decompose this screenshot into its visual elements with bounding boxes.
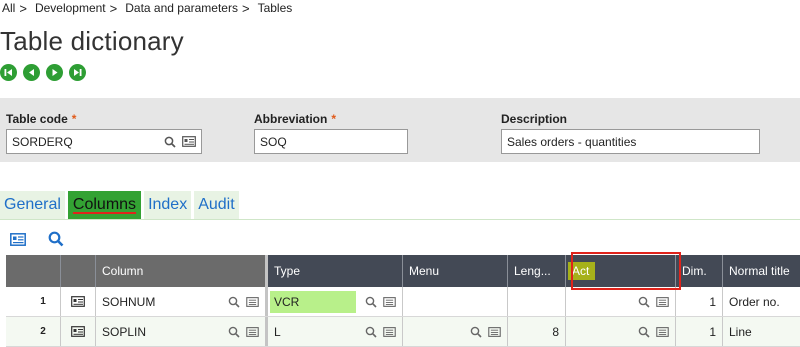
type-value-highlighted: VCR <box>270 290 356 313</box>
search-icon[interactable] <box>638 296 650 308</box>
detail-card-icon[interactable] <box>246 296 259 307</box>
column-header-length[interactable]: Leng... <box>508 255 566 287</box>
detail-card-icon <box>71 296 85 307</box>
required-marker: * <box>331 112 337 126</box>
search-icon[interactable] <box>365 326 377 338</box>
detail-view-button[interactable] <box>10 232 26 246</box>
first-icon <box>4 69 12 76</box>
previous-record-button[interactable] <box>23 64 40 81</box>
tab-index[interactable]: Index <box>144 191 192 219</box>
abbreviation-field[interactable]: SOQ <box>254 129 408 154</box>
search-icon <box>48 231 64 247</box>
breadcrumb-data-and-parameters[interactable]: Data and parameters <box>125 1 238 15</box>
type-cell[interactable]: VCR <box>268 287 403 316</box>
table-row[interactable]: 2 SOPLIN L 8 1 Line <box>6 317 800 347</box>
description-label: Description <box>501 112 568 126</box>
row-detail-button[interactable] <box>61 287 96 316</box>
grid-toolbar <box>10 231 64 247</box>
breadcrumb-all[interactable]: All <box>2 1 15 15</box>
column-header-dim[interactable]: Dim. <box>676 255 723 287</box>
abbreviation-value: SOQ <box>260 134 287 149</box>
breadcrumb-separator: > <box>241 0 250 16</box>
act-cell[interactable] <box>566 317 676 346</box>
columns-grid: Column Type Menu Leng... Act Dim. Normal… <box>6 255 800 347</box>
normal-title-cell[interactable]: Order no. <box>723 287 800 316</box>
row-number: 1 <box>6 287 61 316</box>
menu-cell[interactable] <box>403 317 508 346</box>
row-detail-header <box>61 255 96 287</box>
tab-general[interactable]: General <box>0 191 65 219</box>
tab-divider <box>0 219 800 220</box>
column-cell[interactable]: SOHNUM <box>96 287 268 316</box>
table-code-value: SORDERQ <box>12 134 73 149</box>
column-header-normal-title[interactable]: Normal title <box>723 255 800 287</box>
breadcrumb-separator: > <box>109 0 118 16</box>
tab-columns[interactable]: Columns <box>67 191 142 219</box>
next-icon <box>52 69 58 76</box>
detail-card-icon[interactable] <box>246 326 259 337</box>
description-value: Sales orders - quantities <box>507 134 637 149</box>
detail-card-icon[interactable] <box>383 326 396 337</box>
length-cell[interactable] <box>508 287 566 316</box>
search-icon[interactable] <box>228 326 240 338</box>
row-number-header <box>6 255 61 287</box>
first-record-button[interactable] <box>0 64 17 81</box>
search-icon[interactable] <box>164 136 176 148</box>
page-title: Table dictionary <box>0 26 184 56</box>
type-cell[interactable]: L <box>268 317 403 346</box>
last-icon <box>74 69 82 76</box>
menu-cell[interactable] <box>403 287 508 316</box>
table-code-field[interactable]: SORDERQ <box>6 129 202 154</box>
column-cell[interactable]: SOPLIN <box>96 317 268 346</box>
grid-search-button[interactable] <box>48 231 64 247</box>
detail-card-icon <box>71 326 85 337</box>
next-record-button[interactable] <box>46 64 63 81</box>
detail-card-icon[interactable] <box>656 296 669 307</box>
detail-card-icon[interactable] <box>656 326 669 337</box>
column-header-act[interactable]: Act <box>566 255 676 287</box>
detail-card-icon[interactable] <box>383 296 396 307</box>
previous-icon <box>29 69 34 76</box>
breadcrumb-development[interactable]: Development <box>35 1 106 15</box>
row-number: 2 <box>6 317 61 346</box>
tab-bar: General Columns Index Audit <box>0 191 239 219</box>
row-detail-button[interactable] <box>61 317 96 346</box>
search-icon[interactable] <box>365 296 377 308</box>
breadcrumb-tables[interactable]: Tables <box>258 1 293 15</box>
record-navigation <box>0 64 86 81</box>
length-cell[interactable]: 8 <box>508 317 566 346</box>
act-cell[interactable] <box>566 287 676 316</box>
abbreviation-label: Abbreviation * <box>254 112 337 126</box>
grid-header-row: Column Type Menu Leng... Act Dim. Normal… <box>6 255 800 287</box>
detail-card-icon[interactable] <box>182 136 196 147</box>
column-header-menu[interactable]: Menu <box>403 255 508 287</box>
search-icon[interactable] <box>638 326 650 338</box>
required-marker: * <box>71 112 77 126</box>
table-row[interactable]: 1 SOHNUM VCR 1 Order no. <box>6 287 800 317</box>
table-code-label: Table code * <box>6 112 77 126</box>
column-header-type[interactable]: Type <box>268 255 403 287</box>
last-record-button[interactable] <box>69 64 86 81</box>
dim-cell[interactable]: 1 <box>676 287 723 316</box>
search-icon[interactable] <box>470 326 482 338</box>
normal-title-cell[interactable]: Line <box>723 317 800 346</box>
detail-card-icon <box>10 232 26 246</box>
breadcrumb-separator: > <box>19 0 27 16</box>
dim-cell[interactable]: 1 <box>676 317 723 346</box>
column-header-column[interactable]: Column <box>96 255 268 287</box>
breadcrumb: All > Development > Data and parameters > T… <box>2 0 292 16</box>
tab-audit[interactable]: Audit <box>194 191 239 219</box>
description-field[interactable]: Sales orders - quantities <box>501 129 760 154</box>
detail-card-icon[interactable] <box>488 326 501 337</box>
search-icon[interactable] <box>228 296 240 308</box>
